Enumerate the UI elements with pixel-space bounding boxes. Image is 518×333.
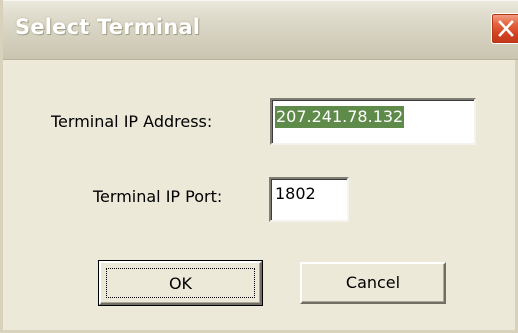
- ok-button-label: OK: [106, 268, 255, 298]
- ip-port-value: 1802: [275, 184, 316, 203]
- ok-button[interactable]: OK: [98, 260, 263, 306]
- ip-address-input[interactable]: 207.241.78.132: [270, 98, 476, 145]
- select-terminal-dialog: Select Terminal Terminal IP Address: 207…: [0, 0, 518, 333]
- cancel-button[interactable]: Cancel: [300, 262, 446, 304]
- ip-port-label: Terminal IP Port:: [93, 187, 223, 206]
- close-x-icon: [498, 20, 514, 37]
- ip-address-label: Terminal IP Address:: [51, 112, 213, 131]
- ip-address-value: 207.241.78.132: [275, 106, 405, 128]
- ip-port-input[interactable]: 1802: [269, 177, 349, 222]
- close-button[interactable]: [491, 13, 518, 44]
- title-bar[interactable]: Select Terminal: [3, 0, 518, 60]
- dialog-title: Select Terminal: [15, 15, 201, 39]
